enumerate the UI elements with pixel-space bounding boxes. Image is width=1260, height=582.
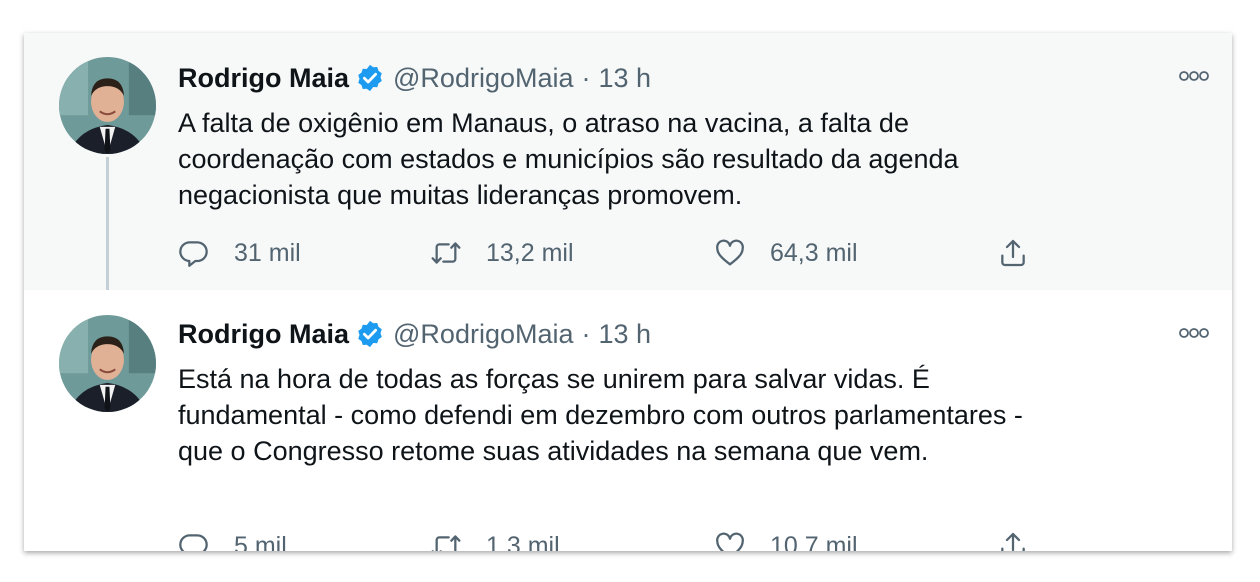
more-options-icon[interactable] [1178, 67, 1210, 85]
more-options-icon[interactable] [1178, 324, 1210, 342]
avatar[interactable] [59, 57, 156, 154]
like-count: 10,7 mil [770, 531, 858, 552]
verified-badge-icon [358, 64, 382, 92]
thread-connector-line [106, 157, 109, 300]
tweet[interactable]: Rodrigo Maia @RodrigoMaia · 13 h Está na… [24, 290, 1232, 551]
tweet-text-line: fundamental - como defendi em dezembro c… [178, 400, 1023, 430]
author-handle[interactable]: @RodrigoMaia [393, 319, 573, 350]
tweet[interactable]: Rodrigo Maia @RodrigoMaia · 13 h A falta… [24, 33, 1232, 300]
reply-icon [179, 241, 208, 267]
retweet-count: 13,2 mil [486, 238, 574, 267]
tweet-text-line: coordenação com estados e municípios são… [178, 144, 959, 174]
header-separator: · [581, 318, 591, 349]
reply-count: 31 mil [234, 238, 301, 267]
author-name[interactable]: Rodrigo Maia [178, 319, 349, 350]
heart-icon [716, 532, 744, 551]
tweet-text: A falta de oxigênio em Manaus, o atraso … [178, 105, 1198, 213]
verified-badge-icon [358, 320, 382, 348]
like-count: 64,3 mil [770, 238, 858, 267]
author-handle[interactable]: @RodrigoMaia [393, 63, 573, 94]
tweet-text-line: A falta de oxigênio em Manaus, o atraso … [178, 108, 909, 138]
share-icon [1001, 532, 1025, 551]
reply-icon [179, 534, 208, 551]
reply-button[interactable]: 5 mil [178, 526, 287, 551]
tweet-text-line: Está na hora de todas as forças se unire… [178, 364, 930, 394]
retweet-button[interactable]: 13,2 mil [430, 233, 574, 273]
tweet-header: Rodrigo Maia @RodrigoMaia · 13 h [178, 316, 651, 352]
avatar-photo [59, 315, 156, 412]
header-separator: · [581, 62, 591, 93]
tweet-timestamp[interactable]: 13 h [599, 319, 652, 350]
tweet-actions: 31 mil 13,2 mil 64,3 mil [178, 233, 1058, 273]
retweet-button[interactable]: 1,3 mil [430, 526, 560, 551]
heart-icon [716, 239, 744, 266]
tweet-thread-card: Rodrigo Maia @RodrigoMaia · 13 h A falta… [24, 33, 1232, 551]
tweet-timestamp[interactable]: 13 h [599, 63, 652, 94]
tweet-text-line: negacionista que muitas lideranças promo… [178, 180, 743, 210]
reply-button[interactable]: 31 mil [178, 233, 301, 273]
like-button[interactable]: 10,7 mil [714, 526, 858, 551]
tweet-text-line: que o Congresso retome suas atividades n… [178, 436, 929, 466]
retweet-icon [431, 242, 461, 264]
tweet-text: Está na hora de todas as forças se unire… [178, 361, 1198, 469]
avatar[interactable] [59, 315, 156, 412]
author-name[interactable]: Rodrigo Maia [178, 63, 349, 94]
reply-count: 5 mil [234, 531, 287, 552]
avatar-photo [59, 57, 156, 154]
like-button[interactable]: 64,3 mil [714, 233, 858, 273]
tweet-header: Rodrigo Maia @RodrigoMaia · 13 h [178, 60, 651, 96]
tweet-actions: 5 mil 1,3 mil 10,7 mil [178, 526, 1058, 551]
share-icon [1001, 239, 1025, 267]
retweet-count: 1,3 mil [486, 531, 560, 552]
share-button[interactable] [997, 233, 1029, 273]
retweet-icon [431, 535, 461, 551]
share-button[interactable] [997, 526, 1029, 551]
